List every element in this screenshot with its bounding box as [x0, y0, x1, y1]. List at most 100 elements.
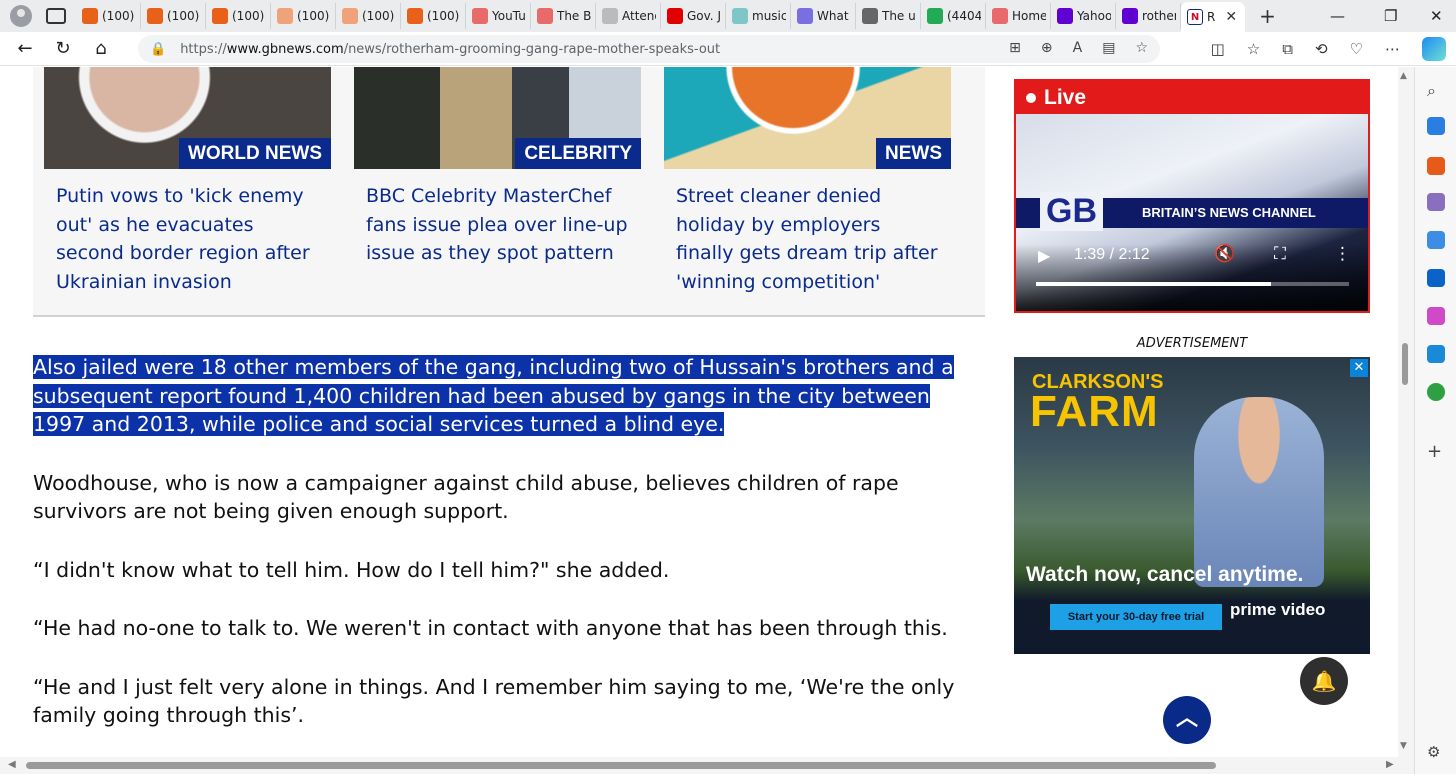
- add-icon[interactable]: +: [1427, 441, 1445, 462]
- browser-tab[interactable]: (100) I: [141, 3, 206, 29]
- games-icon[interactable]: [1427, 193, 1445, 211]
- tab-title: R: [1207, 10, 1216, 24]
- new-tab-button[interactable]: +: [1259, 4, 1276, 28]
- vertical-scrollbar[interactable]: ▲ ▼: [1398, 67, 1414, 757]
- browser-tab[interactable]: rother: [1116, 3, 1181, 29]
- ad-cta-button[interactable]: Start your 30-day free trial: [1050, 604, 1222, 630]
- related-headline[interactable]: Street cleaner denied holiday by employe…: [664, 169, 951, 296]
- tab-active[interactable]: N R ✕: [1181, 2, 1246, 32]
- live-player[interactable]: Live GB BRITAIN’S NEWS CHANNEL ▶ 1:39 / …: [1014, 79, 1370, 313]
- related-card[interactable]: WORLD NEWS Putin vows to 'kick enemy out…: [44, 67, 331, 296]
- play-icon[interactable]: ▶: [1038, 246, 1050, 265]
- favorite-star-icon[interactable]: ☆: [1135, 40, 1148, 56]
- zoom-icon[interactable]: ⊕: [1041, 40, 1053, 56]
- immersive-reader-icon[interactable]: ▤: [1102, 40, 1115, 56]
- category-badge[interactable]: CELEBRITY: [515, 138, 641, 169]
- tab-favicon-icon: [212, 8, 228, 24]
- browser-tab[interactable]: (100) I: [401, 3, 466, 29]
- related-card[interactable]: CELEBRITY BBC Celebrity MasterChef fans …: [354, 67, 641, 268]
- home-icon[interactable]: ⌂: [82, 38, 120, 59]
- browser-tab[interactable]: music: [726, 3, 791, 29]
- related-headline[interactable]: Putin vows to 'kick enemy out' as he eva…: [44, 169, 331, 296]
- hscroll-thumb[interactable]: [26, 762, 1216, 769]
- browser-tab[interactable]: Gov. J: [661, 3, 726, 29]
- minimize-icon[interactable]: —: [1330, 0, 1345, 32]
- split-screen-icon[interactable]: ◫: [1211, 40, 1225, 58]
- send-icon[interactable]: [1427, 345, 1445, 363]
- read-aloud-icon[interactable]: A: [1073, 40, 1083, 56]
- profile-icon[interactable]: [10, 5, 32, 27]
- browser-tab[interactable]: What: [791, 3, 856, 29]
- copilot-icon[interactable]: [1422, 37, 1446, 61]
- close-tab-icon[interactable]: ✕: [1225, 9, 1237, 25]
- microsoft365-icon[interactable]: [1427, 231, 1445, 249]
- gbnews-favicon-icon: N: [1187, 9, 1203, 25]
- horizontal-scrollbar[interactable]: ◀ ▶: [0, 757, 1414, 774]
- tab-favicon-icon: [1057, 8, 1073, 24]
- scroll-up-icon[interactable]: ▲: [1400, 71, 1407, 81]
- notification-bell-button[interactable]: 🔔: [1300, 657, 1348, 705]
- muted-icon[interactable]: 🔇: [1214, 244, 1235, 264]
- back-icon[interactable]: ←: [6, 38, 44, 59]
- browser-tab[interactable]: YouTu: [466, 3, 531, 29]
- scroll-left-icon[interactable]: ◀: [8, 759, 16, 770]
- more-options-icon[interactable]: ⋮: [1334, 244, 1351, 264]
- browser-tab[interactable]: The ur: [856, 3, 921, 29]
- browser-tab[interactable]: Yahoo: [1051, 3, 1116, 29]
- ad-close-icon[interactable]: ✕: [1350, 359, 1368, 377]
- tree-icon[interactable]: [1427, 383, 1445, 401]
- article-paragraph: “He and I just felt very alone in things…: [33, 674, 955, 728]
- tab-favicon-icon: [927, 8, 943, 24]
- video-progress-bar[interactable]: [1036, 282, 1349, 286]
- favorites-icon[interactable]: ☆: [1247, 40, 1260, 58]
- tools-icon[interactable]: [1427, 157, 1445, 175]
- section-divider: [33, 315, 985, 317]
- related-thumbnail[interactable]: NEWS: [664, 67, 951, 169]
- advertisement-banner[interactable]: CLARKSON'S FARM Watch now, cancel anytim…: [1014, 357, 1370, 654]
- browser-tab[interactable]: (100) E: [76, 3, 141, 29]
- lock-icon[interactable]: 🔒: [150, 42, 166, 57]
- related-headline[interactable]: BBC Celebrity MasterChef fans issue plea…: [354, 169, 641, 268]
- fullscreen-icon[interactable]: ⛶: [1274, 244, 1286, 264]
- related-card[interactable]: NEWS Street cleaner denied holiday by em…: [664, 67, 951, 296]
- live-video[interactable]: GB BRITAIN’S NEWS CHANNEL ▶ 1:39 / 2:12 …: [1016, 114, 1368, 311]
- collections-icon[interactable]: ⧉: [1282, 40, 1293, 58]
- restore-icon[interactable]: ❐: [1384, 0, 1397, 32]
- browser-tab[interactable]: (100) I: [206, 3, 271, 29]
- browser-tab[interactable]: The Br: [531, 3, 596, 29]
- category-badge[interactable]: WORLD NEWS: [178, 138, 331, 169]
- designer-icon[interactable]: [1427, 307, 1445, 325]
- search-icon[interactable]: ⌕: [1427, 81, 1445, 100]
- browser-tab[interactable]: (100) I: [271, 3, 336, 29]
- browser-tab[interactable]: (100) I: [336, 3, 401, 29]
- browser-tab[interactable]: (4404): [921, 3, 986, 29]
- tab-actions-icon[interactable]: [46, 8, 66, 24]
- more-menu-icon[interactable]: ⋯: [1385, 40, 1400, 58]
- category-badge[interactable]: NEWS: [876, 138, 951, 169]
- scroll-down-icon[interactable]: ▼: [1400, 741, 1407, 751]
- scroll-right-icon[interactable]: ▶: [1386, 759, 1394, 770]
- related-thumbnail[interactable]: WORLD NEWS: [44, 67, 331, 169]
- apps-icon[interactable]: ⊞: [1009, 40, 1021, 56]
- tab-title: (100) I: [362, 9, 396, 23]
- live-dot-icon: [1026, 92, 1036, 103]
- refresh-icon[interactable]: ↻: [44, 38, 82, 59]
- scrollbar-thumb[interactable]: [1402, 343, 1408, 385]
- browser-essentials-icon[interactable]: ♡: [1350, 40, 1363, 58]
- ad-person-image: [1194, 397, 1324, 587]
- address-bar[interactable]: 🔒 https://www.gbnews.com/news/rotherham-…: [138, 35, 1160, 63]
- browser-tab[interactable]: Home: [986, 3, 1051, 29]
- close-window-icon[interactable]: ✕: [1430, 0, 1443, 32]
- history-icon[interactable]: ⟲: [1315, 40, 1328, 58]
- browser-tab[interactable]: Attend: [596, 3, 661, 29]
- url-text[interactable]: https://www.gbnews.com/news/rotherham-gr…: [180, 42, 720, 57]
- article-paragraph-selected[interactable]: Also jailed were 18 other members of the…: [33, 353, 985, 439]
- outlook-icon[interactable]: [1427, 269, 1445, 287]
- shopping-icon[interactable]: [1427, 117, 1445, 135]
- tab-favicon-icon: [537, 8, 553, 24]
- live-header: Live: [1016, 81, 1368, 114]
- back-to-top-button[interactable]: ︿: [1163, 696, 1211, 744]
- related-thumbnail[interactable]: CELEBRITY: [354, 67, 641, 169]
- tab-favicon-icon: [992, 8, 1008, 24]
- settings-icon[interactable]: ⚙: [1427, 743, 1445, 761]
